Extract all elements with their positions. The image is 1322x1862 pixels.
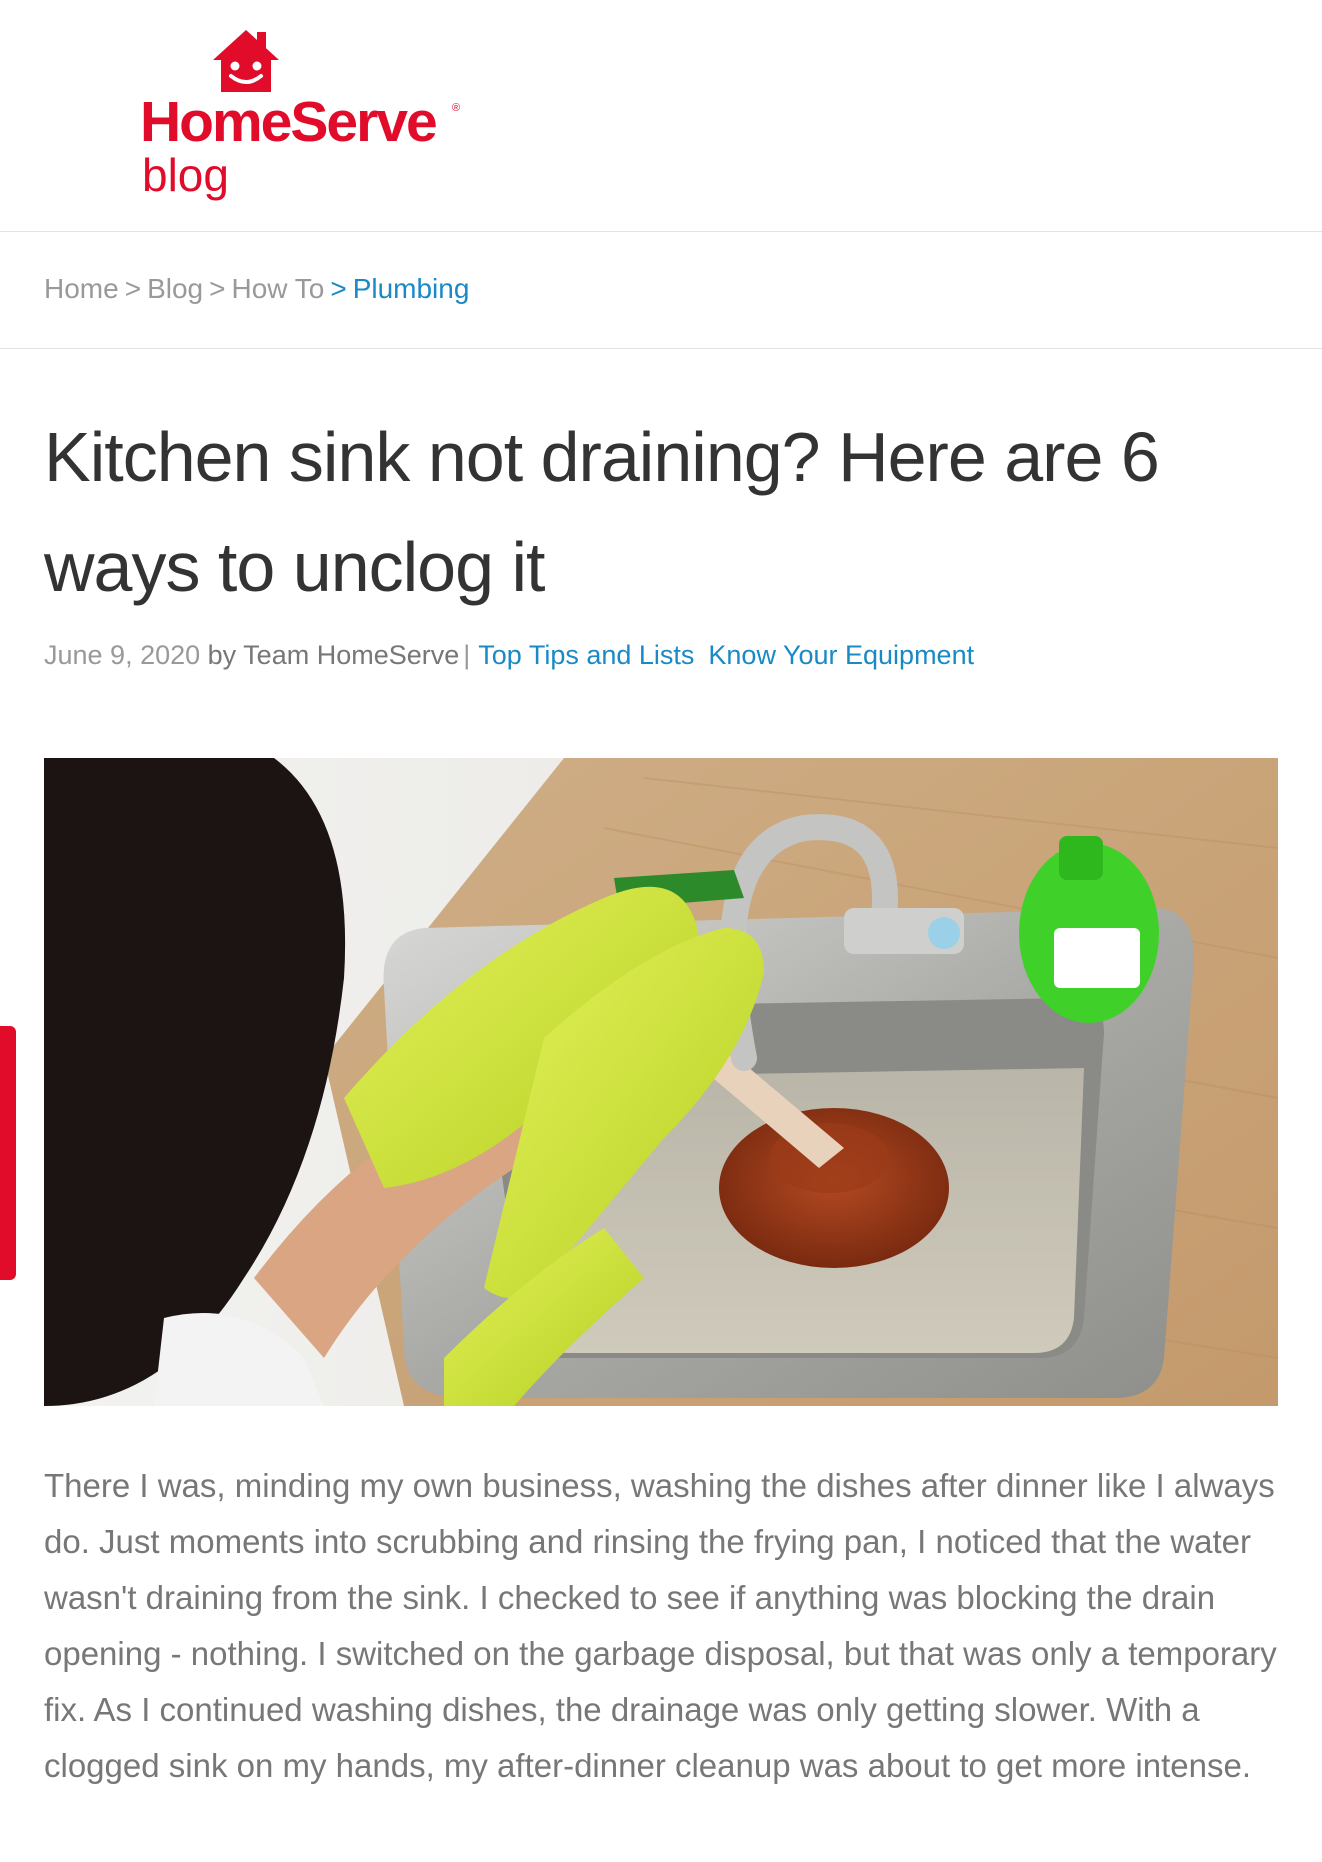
article-body-paragraph: There I was, minding my own business, wa…: [44, 1467, 1277, 1784]
article-title: Kitchen sink not draining? Here are 6 wa…: [44, 418, 1160, 606]
logo-blog-text: blog: [142, 149, 229, 201]
breadcrumb-blog[interactable]: Blog: [147, 273, 203, 304]
breadcrumb-how-to[interactable]: How To: [231, 273, 324, 304]
breadcrumb-separator: >: [209, 273, 226, 304]
feedback-side-tab[interactable]: [0, 1026, 16, 1280]
category-top-tips[interactable]: Top Tips and Lists: [478, 640, 694, 670]
meta-separator: |: [463, 640, 471, 670]
registered-mark: ®: [452, 102, 461, 114]
homeserve-blog-logo[interactable]: HomeServe ® blog: [140, 28, 470, 208]
article-date: June 9, 2020: [44, 640, 201, 670]
hero-image: [44, 758, 1278, 1406]
breadcrumb-plumbing[interactable]: Plumbing: [353, 273, 470, 304]
logo-brand-text: HomeServe: [140, 90, 438, 154]
breadcrumb: Home > Blog > How To > Plumbing: [0, 233, 1322, 349]
breadcrumb-separator: >: [124, 273, 142, 304]
site-header: HomeServe ® blog: [0, 0, 1322, 232]
category-know-your-equipment[interactable]: Know Your Equipment: [708, 640, 974, 670]
article-author[interactable]: by Team HomeServe: [208, 640, 460, 670]
kitchen-sink-plunger-photo: [44, 758, 1278, 1406]
breadcrumb-home[interactable]: Home: [44, 273, 119, 304]
breadcrumb-separator: >: [330, 273, 347, 304]
house-icon: [213, 30, 279, 92]
article-meta: June 9, 2020 by Team HomeServe | Top Tips …: [44, 640, 974, 671]
